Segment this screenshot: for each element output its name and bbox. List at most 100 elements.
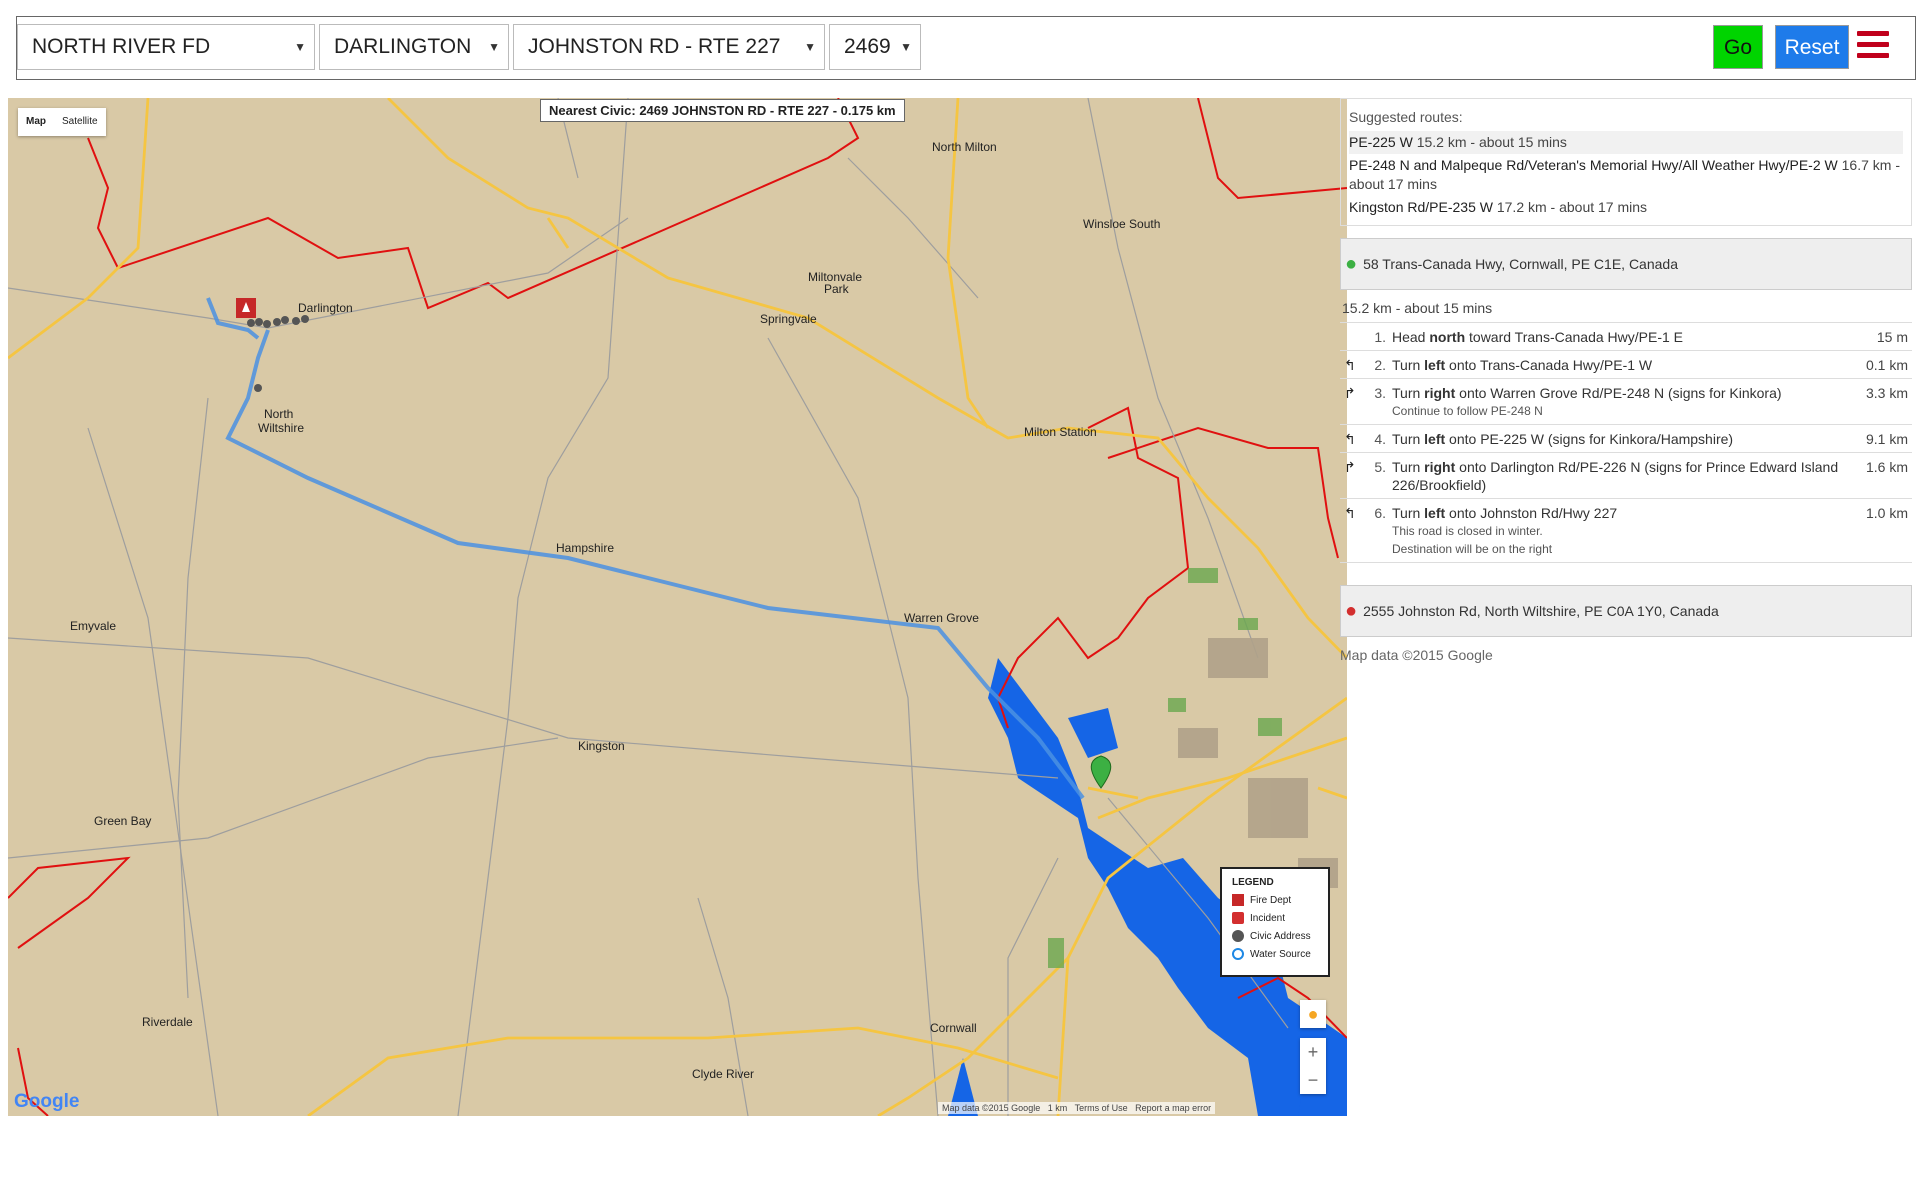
dropdown-arrow-icon: ▼ — [488, 40, 500, 54]
zoom-in-button[interactable]: + — [1300, 1038, 1326, 1066]
map-type-satellite-button[interactable]: Satellite — [54, 108, 106, 136]
go-button[interactable]: Go — [1713, 25, 1763, 69]
legend-item-label: Fire Dept — [1250, 894, 1292, 906]
map-type-control: Map Satellite — [18, 108, 106, 136]
route-name: PE-225 W — [1349, 134, 1413, 150]
turn-left-icon: ↰ — [1344, 357, 1356, 373]
step-pre: Turn — [1392, 459, 1425, 475]
step-text: Head north toward Trans-Canada Hwy/PE-1 … — [1392, 328, 1848, 346]
route-option[interactable]: Kingston Rd/PE-235 W 17.2 km - about 17 … — [1349, 196, 1903, 219]
report-error-link[interactable]: Report a map error — [1135, 1103, 1211, 1113]
step-dir: left — [1424, 505, 1446, 521]
step-pre: Turn — [1392, 385, 1425, 401]
step-distance: 9.1 km — [1865, 431, 1908, 447]
step-pre: Turn — [1392, 505, 1425, 521]
fire-dept-value: NORTH RIVER FD — [32, 35, 211, 58]
direction-step[interactable]: 1. Head north toward Trans-Canada Hwy/PE… — [1340, 323, 1912, 351]
place-label: Park — [824, 282, 849, 296]
direction-step[interactable]: ↱ 5. Turn right onto Darlington Rd/PE-22… — [1340, 453, 1912, 499]
route-name: Kingston Rd/PE-235 W — [1349, 199, 1493, 215]
place-label: Riverdale — [142, 1015, 193, 1029]
search-toolbar: NORTH RIVER FD ▼ DARLINGTON ▼ JOHNSTON R… — [16, 16, 1916, 80]
step-number: 2. — [1374, 357, 1386, 373]
place-label: Winsloe South — [1083, 217, 1161, 231]
step-pre: Turn — [1392, 431, 1425, 447]
fire-dept-select[interactable]: NORTH RIVER FD ▼ — [17, 24, 315, 70]
step-mid: onto — [1445, 357, 1480, 373]
dropdown-arrow-icon: ▼ — [804, 40, 816, 54]
road-select[interactable]: JOHNSTON RD - RTE 227 ▼ — [513, 24, 825, 70]
legend-item-label: Incident — [1250, 912, 1286, 924]
step-pre: Turn — [1392, 357, 1425, 373]
step-mid: onto — [1445, 505, 1481, 521]
place-label: Cornwall — [930, 1021, 977, 1035]
route-detail: 15.2 km - about 15 mins — [1416, 134, 1567, 150]
step-note: This road is closed in winter. — [1392, 524, 1543, 538]
district-boundary — [87, 98, 860, 310]
driving-route — [225, 329, 1085, 800]
place-label: Hampshire — [556, 541, 615, 555]
directions-panel: Suggested routes: PE-225 W 15.2 km - abo… — [1340, 98, 1912, 663]
step-mid: onto — [1455, 385, 1491, 401]
civic-address-icon — [1232, 930, 1244, 942]
suggested-routes-header: Suggested routes: — [1349, 109, 1463, 125]
start-address: ● 58 Trans-Canada Hwy, Cornwall, PE C1E,… — [1340, 238, 1912, 290]
hamburger-menu-icon[interactable] — [1857, 31, 1889, 63]
legend-item: Water Source — [1232, 945, 1318, 963]
pin-a-marker — [1090, 755, 1112, 789]
direction-step[interactable]: ↰ 2. Turn left onto Trans-Canada Hwy/PE-… — [1340, 351, 1912, 379]
step-distance: 3.3 km — [1865, 385, 1908, 401]
terms-link[interactable]: Terms of Use — [1075, 1103, 1128, 1113]
street-view-pegman-icon[interactable]: ● — [1300, 1000, 1326, 1028]
step-distance: 15 m — [1876, 329, 1908, 345]
fire-dept-icon — [1232, 894, 1244, 906]
head-north-icon — [1344, 328, 1364, 346]
step-text: Turn right onto Darlington Rd/PE-226 N (… — [1392, 458, 1848, 494]
civic-number-select[interactable]: 2469 ▼ — [829, 24, 921, 70]
route-option[interactable]: PE-225 W 15.2 km - about 15 mins — [1349, 131, 1903, 154]
legend-item: Incident — [1232, 909, 1318, 927]
place-label: Darlington — [298, 301, 353, 315]
place-label: North Milton — [932, 140, 997, 154]
step-pre: Head — [1392, 329, 1430, 345]
community-select[interactable]: DARLINGTON ▼ — [319, 24, 509, 70]
place-label: Springvale — [760, 312, 817, 326]
step-note: Continue to follow PE-248 N — [1392, 404, 1543, 418]
direction-step[interactable]: ↰ 4. Turn left onto PE-225 W (signs for … — [1340, 425, 1912, 453]
step-road: Darlington Rd/PE-226 N — [1490, 459, 1641, 475]
step-number: 1. — [1374, 329, 1386, 345]
zoom-out-button[interactable]: − — [1300, 1066, 1326, 1094]
step-dir: right — [1424, 459, 1456, 475]
start-address-text: 58 Trans-Canada Hwy, Cornwall, PE C1E, C… — [1363, 256, 1678, 272]
map-graphics — [8, 98, 1347, 1116]
suggested-routes: Suggested routes: PE-225 W 15.2 km - abo… — [1340, 98, 1912, 226]
direction-step[interactable]: ↰ 6. Turn left onto Johnston Rd/Hwy 227 T… — [1340, 499, 1912, 563]
reset-button[interactable]: Reset — [1775, 25, 1849, 69]
turn-right-icon: ↱ — [1344, 385, 1356, 401]
step-text: Turn left onto Trans-Canada Hwy/PE-1 W — [1392, 356, 1848, 374]
route-summary: 15.2 km - about 15 mins — [1342, 300, 1493, 316]
step-text: Turn right onto Warren Grove Rd/PE-248 N… — [1392, 384, 1848, 420]
step-road: Trans-Canada Hwy/PE-1 W — [1479, 357, 1653, 373]
step-dir: north — [1429, 329, 1466, 345]
step-mid: toward — [1465, 329, 1515, 345]
direction-step[interactable]: ↱ 3. Turn right onto Warren Grove Rd/PE-… — [1340, 379, 1912, 425]
map-copyright: Map data ©2015 Google — [1340, 647, 1493, 663]
legend-item: Fire Dept — [1232, 891, 1318, 909]
step-distance: 1.6 km — [1865, 459, 1908, 475]
legend-item-label: Civic Address — [1250, 930, 1311, 942]
road-value: JOHNSTON RD - RTE 227 — [528, 35, 781, 58]
map-type-map-button[interactable]: Map — [18, 108, 54, 136]
step-road: PE-225 W — [1480, 431, 1544, 447]
direction-steps: 1. Head north toward Trans-Canada Hwy/PE… — [1340, 322, 1912, 563]
step-road: Johnston Rd/Hwy 227 — [1480, 505, 1618, 521]
step-road: Trans-Canada Hwy/PE-1 E — [1514, 329, 1683, 345]
zoom-control: + − — [1300, 1038, 1326, 1094]
step-mid: onto — [1445, 431, 1481, 447]
legend-title: LEGEND — [1232, 877, 1274, 888]
map-canvas[interactable]: North Milton Winsloe South Miltonvale Pa… — [8, 98, 1347, 1116]
place-label: Clyde River — [692, 1067, 755, 1081]
route-option[interactable]: PE-248 N and Malpeque Rd/Veteran's Memor… — [1349, 154, 1903, 196]
step-post: (signs for Kinkora/Hampshire) — [1544, 431, 1734, 447]
legend-item-label: Water Source — [1250, 948, 1311, 960]
